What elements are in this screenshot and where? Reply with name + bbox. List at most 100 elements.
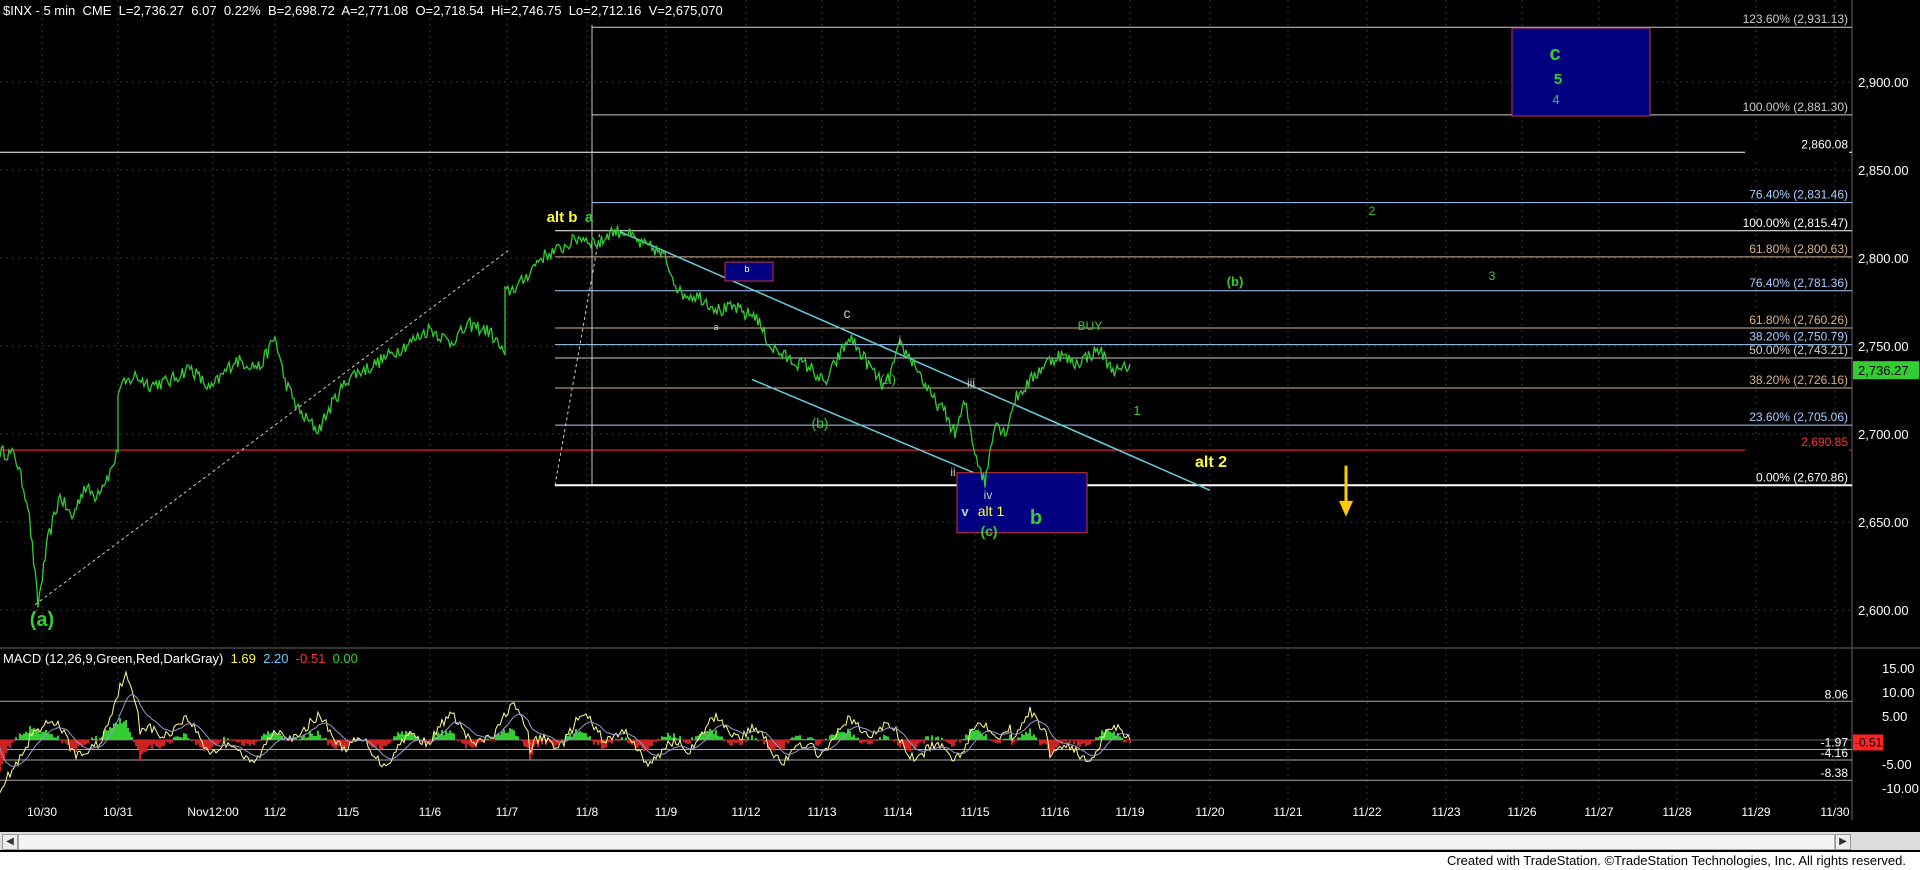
fib-level-label: 50.00% (2,743.21) (1749, 343, 1848, 357)
wave-label: c (1549, 43, 1560, 65)
date-tick-label: 10/30 (27, 805, 57, 819)
date-tick-label: 11/12 (731, 805, 760, 819)
price-tick-label: 2,750.00 (1858, 339, 1909, 354)
wave-label: b (1030, 507, 1042, 529)
date-tick-label: 11/20 (1195, 805, 1224, 819)
ask-value: A=2,771.08 (341, 3, 409, 18)
wave-label: alt 2 (1195, 454, 1227, 471)
date-tick-label: 11/28 (1662, 805, 1691, 819)
fib-level-label: 76.40% (2,831.46) (1749, 188, 1848, 202)
wave-label: a (585, 209, 594, 226)
bid-value: B=2,698.72 (267, 3, 335, 18)
macd-tick-label: 5.00 (1882, 709, 1907, 724)
fib-level-label: 76.40% (2,781.36) (1749, 276, 1848, 290)
date-tick-label: 11/21 (1273, 805, 1302, 819)
volume-value: V=2,675,070 (648, 3, 723, 18)
fib-level-label: 100.00% (2,881.30) (1743, 100, 1848, 114)
date-tick-label: 11/14 (883, 805, 912, 819)
wave-label: (b) (1227, 274, 1244, 289)
macd-tick-label: 15.00 (1882, 661, 1915, 676)
target-box-b (1511, 27, 1651, 117)
price-line (0, 225, 1131, 608)
fib-level-label: 0.00% (2,670.86) (1756, 470, 1848, 484)
price-tick-label: 2,650.00 (1858, 515, 1909, 530)
date-tick-label: Nov12:00 (187, 805, 239, 819)
macd-header: MACD (12,26,9,Green,Red,DarkGray) 1.69 2… (3, 651, 358, 666)
wave-label: (b) (811, 415, 828, 431)
price-tick-label: 2,700.00 (1858, 427, 1909, 442)
macd-label: MACD (12,26,9,Green,Red,DarkGray) (3, 651, 224, 666)
wave-label: iii (967, 376, 975, 390)
date-tick-label: 11/15 (960, 805, 989, 819)
wave-annotations: (a)alt b abac(b)(a)iiiiiiivv alt 1(c)bBUY1… (0, 0, 1562, 631)
macd-level-label: -8.38 (1821, 766, 1849, 780)
price-tick-label: 2,850.00 (1858, 163, 1909, 178)
date-tick-label: 11/6 (419, 805, 442, 819)
buy-box (956, 472, 1088, 534)
wave-label: 4 (1552, 92, 1559, 107)
change-value: 6.07 (191, 3, 217, 18)
wave-label: alt b (547, 209, 578, 226)
scroll-left-icon[interactable]: ◀ (2, 834, 18, 850)
wave-label: alt 1 (978, 503, 1005, 519)
trendline-drawings (34, 25, 1353, 606)
wave-label: c (844, 305, 851, 321)
wave-label: i (899, 333, 902, 347)
date-tick-label: 11/22 (1352, 805, 1381, 819)
grid (0, 0, 1920, 820)
date-tick-label: 11/23 (1431, 805, 1460, 819)
wave-label: 1 (1133, 403, 1140, 418)
date-tick-label: 11/2 (264, 805, 287, 819)
change-pct: 0.22% (223, 3, 261, 18)
macd-line (0, 669, 1131, 793)
macd-value-3: -0.51 (295, 651, 326, 666)
date-tick-label: 10/31 (103, 805, 133, 819)
open-value: O=2,718.54 (415, 3, 484, 18)
wave-label: 2 (1369, 204, 1376, 218)
last-price-tag-label: 2,736.27 (1858, 363, 1909, 378)
wave-label: (a) (30, 609, 54, 631)
wave-label: 5 (1554, 71, 1562, 88)
wave-label: BUY (1078, 319, 1103, 333)
macd-value-4: 0.00 (332, 651, 358, 666)
date-tick-label: 11/29 (1741, 805, 1770, 819)
down-arrow-head (1339, 500, 1353, 517)
wave-label: (a) (880, 372, 896, 387)
macd-last-tag-label: -0.51 (1855, 735, 1883, 749)
high-value: Hi=2,746.75 (490, 3, 562, 18)
macd-value-2: 2.20 (263, 651, 289, 666)
fib-level-label: 100.00% (2,815.47) (1743, 216, 1848, 230)
fib-level-label: 2,860.08 (1801, 137, 1848, 151)
fib-level-label: 38.20% (2,726.16) (1749, 373, 1848, 387)
credit-footer: Created with TradeStation. ©TradeStation… (0, 852, 1920, 870)
target-boxes (724, 27, 1651, 534)
date-tick-label: 11/8 (576, 805, 599, 819)
date-tick-label: 11/30 (1820, 805, 1849, 819)
date-tick-label: 11/26 (1507, 805, 1536, 819)
horizontal-scrollbar[interactable]: ◀ ▶ (0, 832, 1920, 850)
symbol-header: $INX - 5 min CME L=2,736.27 6.07 0.22% B… (3, 3, 723, 18)
channel-upper-line (619, 230, 1211, 492)
date-tick-label: 11/27 (1584, 805, 1613, 819)
scroll-thumb[interactable] (18, 834, 1835, 850)
wave-label: ii (950, 465, 955, 479)
macd-tick-label: -10.00 (1882, 781, 1919, 796)
date-tick-label: 11/7 (496, 805, 519, 819)
price-tick-label: 2,800.00 (1858, 251, 1909, 266)
chart-canvas: 123.60% (2,931.13) 100.00% (2,881.30) 2,86… (0, 0, 1920, 820)
fib-level-label: 38.20% (2,750.79) (1749, 330, 1848, 344)
wave-label: iv (984, 488, 993, 502)
wave-label: a (713, 322, 718, 332)
macd-level-label: 8.06 (1825, 687, 1849, 701)
wave-label: v (961, 504, 969, 519)
date-tick-label: 11/16 (1040, 805, 1069, 819)
date-tick-label: 11/13 (807, 805, 836, 819)
fib-level-label: 23.60% (2,705.06) (1749, 410, 1848, 424)
scroll-right-icon[interactable]: ▶ (1835, 834, 1851, 850)
fib-level-label: 61.80% (2,760.26) (1749, 313, 1848, 327)
exchange-label: CME (82, 3, 112, 18)
date-tick-label: 11/19 (1115, 805, 1144, 819)
price-tick-label: 2,600.00 (1858, 603, 1909, 618)
price-series (0, 225, 1131, 608)
last-price: L=2,736.27 (118, 3, 185, 18)
